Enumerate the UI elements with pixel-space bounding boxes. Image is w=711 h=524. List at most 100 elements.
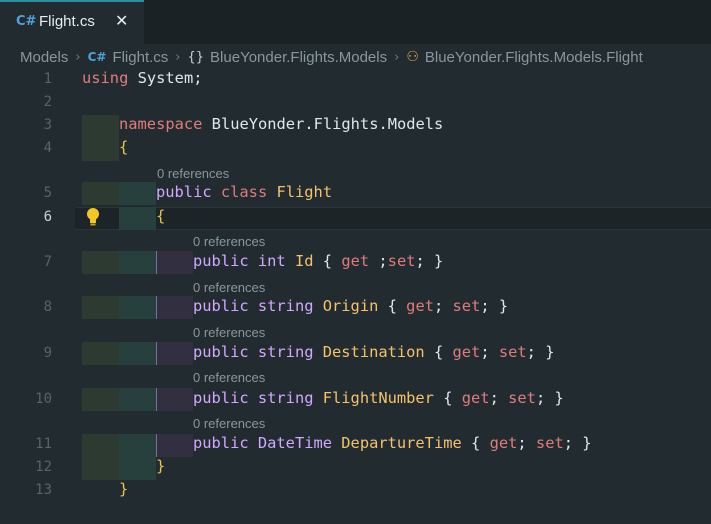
codelens-references[interactable]: 0 references xyxy=(157,166,229,181)
line-number: 11 xyxy=(35,436,52,452)
keyword-class: class xyxy=(211,183,268,201)
code-line: public string Destination { get; set; } xyxy=(193,343,555,361)
code-line: public class Flight xyxy=(156,183,332,201)
codelens-references[interactable]: 0 references xyxy=(193,370,265,385)
indent-guide xyxy=(156,342,193,365)
keyword-public: public xyxy=(193,389,249,407)
code-line: { xyxy=(156,207,165,225)
keyword-get: get xyxy=(480,434,518,452)
code-text: { xyxy=(461,434,481,452)
property-name: Id xyxy=(285,252,314,270)
type-keyword: string xyxy=(248,389,314,407)
chevron-right-icon: › xyxy=(394,49,400,65)
current-line-highlight xyxy=(75,207,711,230)
indent-guide xyxy=(82,457,119,480)
code-text: System; xyxy=(128,69,203,87)
code-text: { xyxy=(313,252,333,270)
indent-guide xyxy=(82,182,119,205)
code-text: } xyxy=(424,252,444,270)
code-text: } xyxy=(573,434,592,452)
tab-label: Flight.cs xyxy=(39,13,95,30)
lightbulb-icon[interactable] xyxy=(85,207,101,227)
indent-guide xyxy=(119,182,156,205)
type-keyword: string xyxy=(248,343,314,361)
code-text: ; xyxy=(480,297,490,315)
codelens-references[interactable]: 0 references xyxy=(193,280,265,295)
keyword-set: set xyxy=(443,297,481,315)
type-keyword: int xyxy=(248,252,286,270)
code-line: } xyxy=(156,457,165,475)
code-text: ; xyxy=(535,389,546,407)
type-keyword: string xyxy=(248,297,314,315)
code-line: using System; xyxy=(82,69,202,87)
code-text: ; xyxy=(563,434,574,452)
line-number: 5 xyxy=(43,185,52,201)
line-number: 8 xyxy=(43,299,52,315)
keyword-public: public xyxy=(193,343,249,361)
breadcrumb-folder[interactable]: Models xyxy=(20,49,68,66)
close-icon[interactable]: ✕ xyxy=(115,11,128,30)
indent-guide xyxy=(156,434,193,457)
property-name: Destination xyxy=(313,343,425,361)
code-line: { xyxy=(119,138,128,156)
open-brace: { xyxy=(119,138,129,156)
code-line: public string Origin { get; set; } xyxy=(193,297,508,315)
code-line: public int Id { get ;set; } xyxy=(193,252,443,270)
code-text: ; xyxy=(517,434,527,452)
indent-guide xyxy=(82,251,119,274)
keyword-public: public xyxy=(193,434,249,452)
type-keyword: DateTime xyxy=(248,434,333,452)
indent-guide xyxy=(82,342,119,365)
indent-guide xyxy=(82,388,119,411)
keyword-get: get xyxy=(332,252,370,270)
tab-flight-cs[interactable]: C# Flight.cs ✕ xyxy=(0,0,144,44)
code-line: public string FlightNumber { get; set; } xyxy=(193,389,564,407)
indent-guide xyxy=(82,296,119,319)
indent-guide xyxy=(119,388,156,411)
indent-guide xyxy=(119,207,156,230)
indent-guide xyxy=(119,296,156,319)
codelens-references[interactable]: 0 references xyxy=(193,234,265,249)
keyword-using: using xyxy=(82,69,129,87)
line-number: 13 xyxy=(35,482,52,498)
line-number: 1 xyxy=(43,71,52,87)
line-number: 12 xyxy=(35,459,52,475)
breadcrumb: Models › C# Flight.cs › {} BlueYonder.Fl… xyxy=(20,46,643,68)
indent-guide xyxy=(119,457,156,480)
code-text: ; xyxy=(489,389,499,407)
keyword-public: public xyxy=(193,297,249,315)
line-number: 10 xyxy=(35,391,52,407)
breadcrumb-class[interactable]: BlueYonder.Flights.Models.Flight xyxy=(425,49,643,66)
line-number: 4 xyxy=(43,140,52,156)
indent-guide xyxy=(119,251,156,274)
close-brace: } xyxy=(156,457,166,475)
namespace-braces-icon: {} xyxy=(187,49,205,65)
keyword-public: public xyxy=(193,252,249,270)
csharp-file-icon: C# xyxy=(87,50,107,64)
breadcrumb-namespace[interactable]: BlueYonder.Flights.Models xyxy=(210,49,387,66)
keyword-get: get xyxy=(396,297,434,315)
codelens-references[interactable]: 0 references xyxy=(193,416,265,431)
chevron-right-icon: › xyxy=(75,49,81,65)
namespace-name: BlueYonder.Flights.Models xyxy=(202,115,444,133)
close-brace: } xyxy=(119,480,129,498)
code-line: namespace BlueYonder.Flights.Models xyxy=(119,115,443,133)
class-icon: ⚇ xyxy=(406,49,419,65)
keyword-set: set xyxy=(526,434,564,452)
indent-guide xyxy=(82,138,119,161)
code-editor[interactable]: 1 2 3 4 5 6 7 8 9 10 11 12 13 using Syst… xyxy=(0,68,711,524)
code-text: { xyxy=(378,297,397,315)
line-number: 2 xyxy=(43,94,52,110)
codelens-references[interactable]: 0 references xyxy=(193,325,265,340)
breadcrumb-file[interactable]: Flight.cs xyxy=(112,49,168,66)
code-text: { xyxy=(424,343,444,361)
indent-guide xyxy=(82,434,119,457)
keyword-public: public xyxy=(156,183,212,201)
indent-guide xyxy=(119,434,156,457)
code-line: } xyxy=(119,480,128,498)
keyword-get: get xyxy=(452,389,490,407)
code-line: public DateTime DepartureTime { get; set… xyxy=(193,434,592,452)
line-number-active: 6 xyxy=(43,209,52,225)
chevron-right-icon: › xyxy=(175,49,181,65)
indent-guide xyxy=(156,251,193,274)
